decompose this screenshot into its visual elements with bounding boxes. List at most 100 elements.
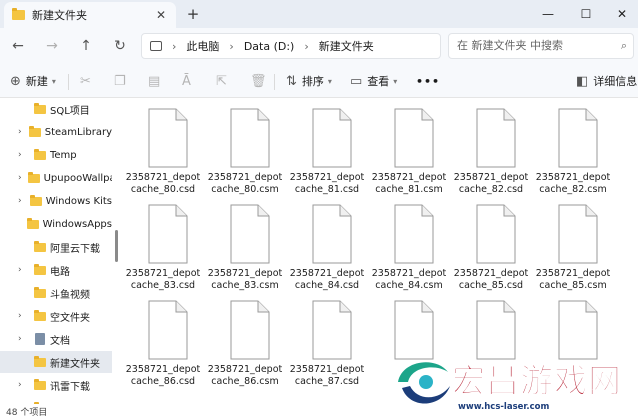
file-item[interactable]: 2358721_depot cache_85.csm xyxy=(532,194,614,291)
file-item[interactable]: 2358721_depot cache_82.csd xyxy=(450,98,532,195)
file-item[interactable]: 2358721_depot cache_83.csd xyxy=(122,194,204,291)
sidebar-item[interactable]: › Temp xyxy=(0,144,112,166)
paste-button[interactable]: ▤ xyxy=(148,72,165,90)
file-item[interactable]: 2358721_depot cache_84.csd xyxy=(286,194,368,291)
file-name: 2358721_depot cache_86.csm xyxy=(204,364,286,388)
chevron-right-icon[interactable]: › xyxy=(18,311,28,321)
file-icon xyxy=(558,300,598,360)
new-button[interactable]: ⊕ 新建 ▾ xyxy=(10,72,56,90)
search-input[interactable]: 在 新建文件夹 中搜索 ⌕ xyxy=(448,33,634,59)
breadcrumb-data-drive[interactable]: Data (D:) xyxy=(244,40,295,53)
file-name-line1: 2358721_depot xyxy=(289,364,365,375)
details-pane-button[interactable]: ◧ 详细信息 xyxy=(576,72,637,90)
sidebar-item-label: 文档 xyxy=(50,335,70,347)
close-tab-icon[interactable]: ✕ xyxy=(154,8,168,22)
sidebar-item[interactable]: › SteamLibrary xyxy=(0,121,112,143)
file-item[interactable]: 2358721_depot cache_81.csd xyxy=(286,98,368,195)
sidebar-item[interactable]: 阿里云下载 xyxy=(0,236,112,258)
sidebar-item-label: 阿里云下载 xyxy=(50,243,100,255)
file-name-line1: 2358721_depot xyxy=(535,172,611,183)
view-button[interactable]: ▭ 查看 ▾ xyxy=(350,72,397,90)
chevron-right-icon[interactable]: › xyxy=(18,380,28,390)
forward-button[interactable]: → xyxy=(42,36,62,56)
sidebar-item-label: 空文件夹 xyxy=(50,312,90,324)
refresh-button[interactable]: ↻ xyxy=(110,36,130,56)
sidebar-item[interactable]: › 空文件夹 xyxy=(0,305,112,327)
file-name-line1: 2358721_depot xyxy=(371,172,447,183)
more-options-button[interactable]: ••• xyxy=(416,72,440,90)
file-icon xyxy=(394,300,434,360)
divider xyxy=(68,74,69,90)
file-name-line2: cache_87.csd xyxy=(294,376,360,387)
sidebar-item[interactable]: 斗鱼视频 xyxy=(0,282,112,304)
file-icon xyxy=(312,108,352,168)
sidebar-item-label: SQL项目 xyxy=(50,105,90,117)
sidebar-item-label: 新建文件夹 xyxy=(50,358,100,370)
close-window-button[interactable]: ✕ xyxy=(604,0,638,28)
chevron-right-icon[interactable]: › xyxy=(18,334,28,344)
sidebar-item[interactable]: › 电路 xyxy=(0,259,112,281)
file-item[interactable]: 2358721_depot cache_84.csm xyxy=(368,194,450,291)
file-name-line1: 2358721_depot xyxy=(535,268,611,279)
sidebar-item-label: 讯雷下载 xyxy=(50,381,90,393)
sidebar-item[interactable]: WindowsApps xyxy=(0,213,112,235)
file-item[interactable]: 2358721_depot cache_86.csd xyxy=(122,290,204,387)
sidebar-item[interactable]: › Windows Kits xyxy=(0,190,112,212)
back-button[interactable]: ← xyxy=(8,36,28,56)
cut-button[interactable]: ✂ xyxy=(80,72,96,90)
sidebar-item[interactable]: SQL项目 xyxy=(0,98,112,120)
tab-current-folder[interactable]: 新建文件夹 ✕ xyxy=(4,2,176,28)
breadcrumb-this-pc[interactable]: 此电脑 xyxy=(186,38,219,54)
paste-icon: ▤ xyxy=(148,73,161,89)
sidebar-item[interactable]: › 文档 xyxy=(0,328,112,350)
sidebar-item[interactable]: › 讯雷下载 xyxy=(0,374,112,396)
file-item[interactable]: 2358721_depot cache_82.csm xyxy=(532,98,614,195)
chevron-right-icon[interactable]: › xyxy=(18,127,23,137)
maximize-button[interactable]: ☐ xyxy=(568,0,604,28)
file-icon xyxy=(476,300,516,360)
share-button[interactable]: ⇱ xyxy=(216,72,232,90)
file-item[interactable]: 2358721_depot cache_87.csd xyxy=(286,290,368,387)
new-tab-button[interactable]: + xyxy=(184,5,202,23)
folder-icon xyxy=(34,378,46,390)
file-item[interactable]: 2358721_depot cache_86.csm xyxy=(204,290,286,387)
file-item[interactable]: 2358721_depot cache_81.csm xyxy=(368,98,450,195)
chevron-right-icon[interactable]: › xyxy=(18,265,28,275)
folder-icon xyxy=(34,148,46,160)
copy-button[interactable]: ❐ xyxy=(114,72,131,90)
sidebar-scrollbar[interactable] xyxy=(115,230,118,262)
sort-button[interactable]: ⇅ 排序 ▾ xyxy=(286,72,332,90)
search-icon: ⌕ xyxy=(620,39,627,52)
sort-label: 排序 xyxy=(301,75,324,88)
file-name-line1: 2358721_depot xyxy=(453,172,529,183)
title-bar: 新建文件夹 ✕ + — ☐ ✕ xyxy=(0,0,638,28)
rename-button[interactable]: Ā xyxy=(182,72,196,90)
details-pane-icon: ◧ xyxy=(576,73,589,89)
up-button[interactable]: ↑ xyxy=(76,36,96,56)
folder-icon xyxy=(27,171,40,183)
chevron-right-icon[interactable]: › xyxy=(18,196,24,206)
file-name: 2358721_depot cache_82.csm xyxy=(532,172,614,196)
file-icon xyxy=(394,204,434,264)
file-name-line1: 2358721_depot xyxy=(207,172,283,183)
chevron-right-icon[interactable]: › xyxy=(18,150,28,160)
address-bar[interactable]: › 此电脑 › Data (D:) › 新建文件夹 xyxy=(141,33,441,59)
file-icon xyxy=(312,300,352,360)
sidebar-item[interactable]: › UpupooWallpaper xyxy=(0,167,112,189)
file-item[interactable]: 2358721_depot cache_80.csm xyxy=(204,98,286,195)
file-item[interactable]: 2358721_depot cache_83.csm xyxy=(204,194,286,291)
file-icon xyxy=(476,108,516,168)
file-icon xyxy=(230,204,270,264)
folder-icon xyxy=(12,8,25,20)
sidebar-item[interactable]: 新建文件夹 xyxy=(0,351,112,373)
breadcrumb-separator: › xyxy=(304,39,309,53)
file-item[interactable]: 2358721_depot cache_80.csd xyxy=(122,98,204,195)
delete-button[interactable]: 🗑 xyxy=(250,72,272,90)
file-item[interactable]: 2358721_depot cache_85.csd xyxy=(450,194,532,291)
folder-icon xyxy=(34,240,46,252)
chevron-right-icon[interactable]: › xyxy=(18,173,22,183)
sidebar-item[interactable]: ›讯雷云盘 xyxy=(0,397,112,404)
minimize-button[interactable]: — xyxy=(530,0,566,28)
breadcrumb-new-folder[interactable]: 新建文件夹 xyxy=(319,38,374,54)
file-name-line1: 2358721_depot xyxy=(125,268,201,279)
